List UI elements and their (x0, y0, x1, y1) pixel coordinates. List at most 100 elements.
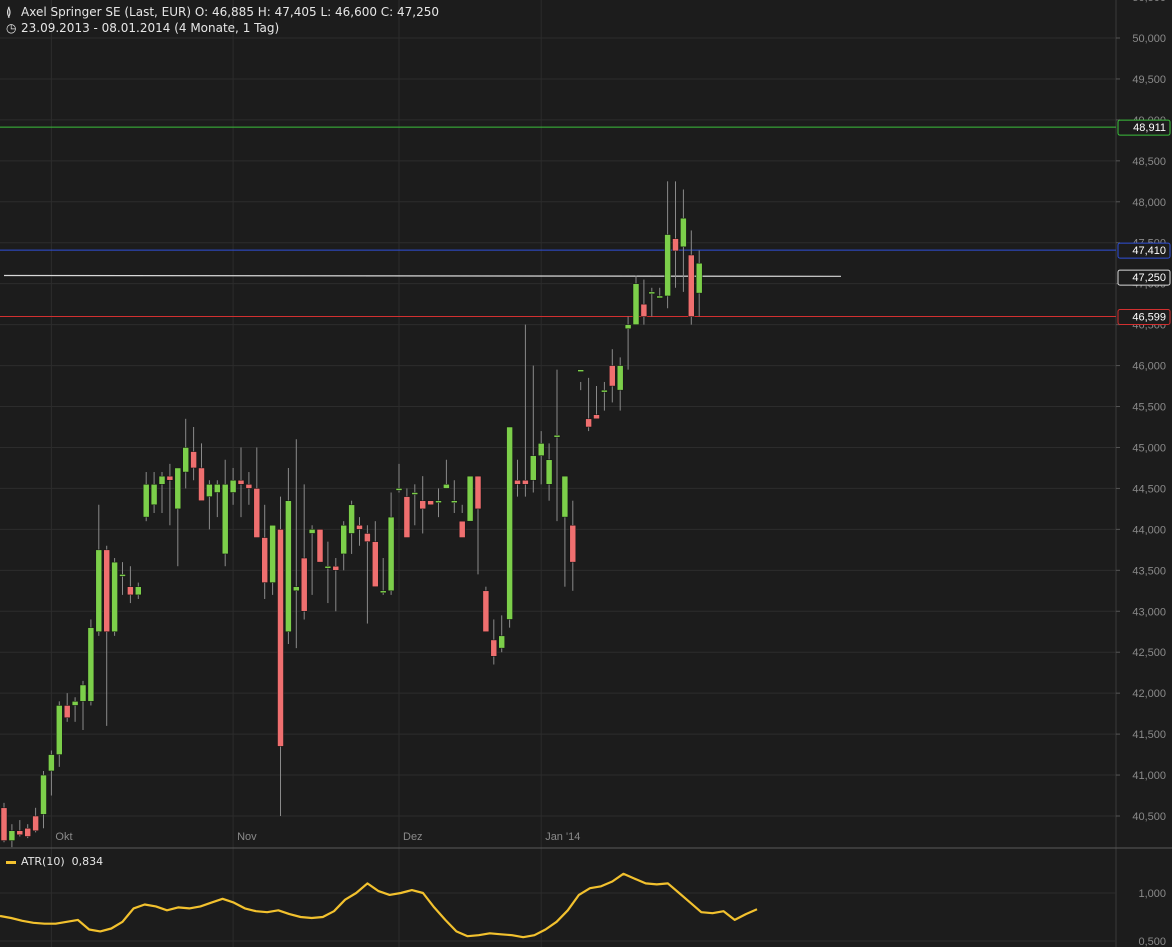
atr-title: ATR(10) (21, 855, 65, 868)
candle-up (174, 467, 182, 510)
atr-swatch (6, 860, 16, 864)
candle-up (56, 705, 63, 755)
candle-up (214, 484, 221, 493)
trend-line (3, 274, 842, 277)
candle-up (79, 684, 87, 702)
candlestick-icon: ≬ (6, 5, 12, 19)
candle-down (127, 586, 134, 596)
candle-up (269, 525, 276, 583)
candle-up (95, 549, 103, 632)
candle-up (411, 492, 419, 495)
candle-up (648, 291, 656, 295)
candle-up (142, 484, 150, 518)
candle-down (640, 303, 648, 317)
candle-up (40, 774, 47, 815)
x-tick-label: Jan '14 (545, 831, 580, 843)
x-tick-label: Nov (237, 831, 257, 843)
candle-up (553, 434, 561, 438)
candle-down (356, 525, 363, 530)
candle-up (616, 365, 624, 391)
candle-up (451, 500, 458, 503)
y-tick-label: 40,500 (1132, 811, 1166, 823)
candle-up (150, 484, 158, 506)
candle-down (63, 705, 71, 718)
candle-down (0, 807, 8, 841)
chart-title-row: ≬ Axel Springer SE (Last, EUR) O: 46,885 … (6, 5, 439, 19)
candle-down (24, 828, 31, 837)
candle-up (506, 426, 513, 620)
y-tick-label: 44,500 (1132, 483, 1166, 495)
y-tick-label: 48,000 (1132, 197, 1166, 209)
candle-down (300, 557, 308, 612)
candle-down (609, 365, 616, 387)
reference-label-text: 46,599 (1132, 312, 1166, 324)
x-tick-label: Okt (55, 831, 72, 843)
candle-down (364, 533, 371, 542)
candle-up (624, 324, 632, 329)
candle-up (545, 459, 553, 485)
candle-up (379, 590, 387, 594)
y-tick-label: 49,500 (1132, 74, 1166, 86)
candle-up (680, 217, 687, 248)
candle-up (285, 500, 292, 632)
candle-down (261, 537, 268, 583)
x-tick-label: Dez (403, 831, 423, 843)
date-range-row: ◷ 23.09.2013 - 08.01.2014 (4 Monate, 1 Ta… (6, 21, 279, 35)
price-chart: 40,500 41,000 41,500 42,000 42,500 43,000 43,5… (0, 0, 1172, 947)
candle-down (332, 565, 340, 571)
candle-up (48, 754, 55, 772)
candle-up (395, 488, 403, 491)
candle-down (514, 479, 521, 485)
reference-label-text: 48,911 (1133, 122, 1166, 134)
atr-tick-label: 0,500 (1138, 936, 1166, 947)
candle-up (601, 389, 608, 393)
candle-down (458, 520, 466, 538)
y-tick-label: 41,000 (1132, 770, 1166, 782)
y-tick-label: 46,000 (1132, 361, 1166, 373)
candle-up (340, 525, 347, 555)
candle-down (166, 475, 174, 481)
candle-up (111, 561, 118, 632)
candle-down (245, 484, 253, 489)
y-tick-label: 50,000 (1132, 33, 1166, 45)
candle-down (16, 830, 24, 836)
date-range: 23.09.2013 - 08.01.2014 (4 Monate, 1 Tag… (21, 21, 280, 35)
y-tick-label: 45,000 (1132, 442, 1166, 454)
candle-up (387, 516, 395, 592)
candle-up (206, 484, 213, 497)
candle-down (198, 467, 205, 501)
candle-down (403, 496, 411, 538)
y-tick-label: 42,500 (1132, 647, 1166, 659)
candle-up (530, 455, 537, 481)
candle-down (522, 479, 529, 485)
candle-up (87, 627, 95, 702)
candle-up (664, 234, 671, 297)
candle-up (324, 565, 332, 569)
candle-down (253, 488, 261, 538)
candle-down (427, 500, 434, 506)
candle-up (537, 443, 545, 456)
candle-down (482, 590, 490, 632)
y-tick-label: 43,500 (1132, 565, 1166, 577)
last-price-label-text: 47,250 (1132, 272, 1166, 284)
candle-down (190, 451, 197, 469)
atr-value: 0,834 (71, 855, 104, 868)
candle-up (119, 574, 126, 577)
candle-up (308, 529, 316, 534)
candle-up (221, 484, 229, 555)
candle-down (316, 529, 324, 563)
candle-up (656, 295, 663, 299)
candle-up (695, 262, 703, 294)
candle-down (32, 815, 39, 831)
candle-up (443, 484, 450, 489)
atr-tick-label: 1,000 (1138, 888, 1166, 900)
y-tick-label: 42,000 (1132, 688, 1166, 700)
y-tick-label: 45,500 (1132, 402, 1166, 414)
reference-label-text: 47,410 (1132, 245, 1166, 257)
candle-down (672, 238, 679, 252)
clock-icon: ◷ (6, 21, 17, 35)
candle-down (372, 541, 379, 587)
candle-down (237, 479, 245, 485)
candle-up (435, 500, 442, 503)
candle-up (182, 447, 189, 473)
